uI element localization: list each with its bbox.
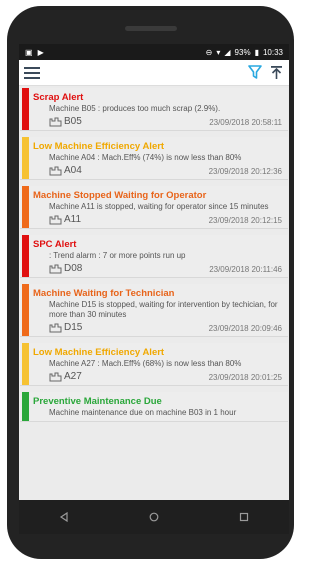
alert-card[interactable]: SPC Alert: Trend alarm : 7 or more point…: [20, 235, 288, 278]
alert-timestamp: 23/09/2018 20:09:46: [208, 324, 282, 333]
app-toolbar: [19, 60, 289, 86]
image-notification-icon: ▣: [25, 47, 33, 57]
alert-message: Machine maintenance due on machine B03 i…: [49, 408, 237, 417]
machine-code: B05: [64, 116, 82, 127]
alert-title: Scrap Alert: [33, 92, 84, 103]
machine-code: A04: [64, 165, 82, 176]
play-notification-icon: ▶: [37, 47, 44, 57]
wifi-icon: ▾: [216, 47, 221, 57]
minus-circle-icon: ⊖: [205, 47, 213, 57]
alert-title: SPC Alert: [33, 239, 77, 250]
machine-code: D15: [64, 322, 83, 333]
alert-timestamp: 23/09/2018 20:58:11: [209, 118, 282, 127]
alert-machine: D15: [49, 322, 82, 333]
signal-icon: ◢: [224, 47, 231, 57]
alert-footer: D08 23/09/2018 20:11:46: [33, 263, 282, 274]
alert-card[interactable]: Machine Stopped Waiting for Operator Mach…: [20, 186, 288, 229]
alert-message: Machine A04 : Mach.Eff% (74%) is now les…: [49, 153, 242, 162]
machine-code: A11: [64, 214, 82, 225]
alert-card[interactable]: Preventive Maintenance Due Machine mainte…: [20, 392, 288, 422]
alert-machine: A27: [49, 371, 82, 382]
phone-speaker: [125, 26, 177, 31]
machine-icon: [49, 323, 62, 333]
alert-severity-bar: [22, 284, 29, 336]
battery-percent: 93%: [234, 47, 251, 57]
android-nav-bar: [19, 500, 289, 534]
app-screen: ▣ ▶ ⊖ ▾ ◢ 93% ▮ 10:33 Scrap Alert Machin…: [19, 44, 289, 500]
home-nav-icon[interactable]: [149, 512, 159, 522]
alert-severity-bar: [22, 137, 29, 179]
machine-icon: [49, 372, 62, 382]
alert-severity-bar: [22, 392, 29, 421]
alert-title: Machine Waiting for Technician: [33, 288, 175, 299]
alert-message: Machine A27 : Mach.Eff% (68%) is now les…: [49, 359, 242, 368]
machine-icon: [49, 166, 62, 176]
alert-title: Preventive Maintenance Due: [33, 396, 162, 407]
alert-card[interactable]: Scrap Alert Machine B05 : produces too mu…: [20, 88, 288, 131]
alert-footer: A04 23/09/2018 20:12:36: [33, 165, 282, 176]
machine-icon: [49, 117, 62, 127]
alert-message: Machine B05 : produces too much scrap (2…: [49, 104, 221, 113]
alert-title: Machine Stopped Waiting for Operator: [33, 190, 207, 201]
alert-timestamp: 23/09/2018 20:12:15: [208, 216, 282, 225]
alert-machine: B05: [49, 116, 82, 127]
machine-icon: [49, 215, 62, 225]
alert-severity-bar: [22, 235, 29, 277]
alert-title: Low Machine Efficiency Alert: [33, 347, 165, 358]
alert-title: Low Machine Efficiency Alert: [33, 141, 165, 152]
alert-severity-bar: [22, 88, 29, 130]
alert-timestamp: 23/09/2018 20:11:46: [209, 265, 282, 274]
alert-severity-bar: [22, 343, 29, 385]
alert-card[interactable]: Machine Waiting for Technician Machine D1…: [20, 284, 288, 337]
alert-machine: A11: [49, 214, 81, 225]
alert-machine: D08: [49, 263, 82, 274]
filter-icon[interactable]: [248, 65, 262, 80]
machine-code: D08: [64, 263, 83, 274]
alert-footer: B05 23/09/2018 20:58:11: [33, 116, 282, 127]
clock: 10:33: [262, 47, 283, 57]
alert-message: : Trend alarm : 7 or more points run up: [49, 251, 186, 260]
alert-card[interactable]: Low Machine Efficiency Alert Machine A04 …: [20, 137, 288, 180]
alert-message: Machine D15 is stopped, waiting for inte…: [49, 300, 278, 319]
hamburger-menu-icon[interactable]: [24, 66, 40, 80]
alert-timestamp: 23/09/2018 20:12:36: [208, 167, 282, 176]
alert-machine: A04: [49, 165, 82, 176]
alert-footer: A11 23/09/2018 20:12:15: [33, 214, 282, 225]
recent-apps-nav-icon[interactable]: [239, 512, 249, 522]
alert-message: Machine A11 is stopped, waiting for oper…: [49, 202, 269, 211]
machine-icon: [49, 264, 62, 274]
alert-footer: D15 23/09/2018 20:09:46: [33, 322, 282, 333]
battery-icon: ▮: [254, 47, 259, 57]
alert-timestamp: 23/09/2018 20:01:25: [208, 373, 282, 382]
alert-card[interactable]: Low Machine Efficiency Alert Machine A27 …: [20, 343, 288, 386]
scroll-to-top-icon[interactable]: [270, 65, 283, 80]
alert-list: Scrap Alert Machine B05 : produces too mu…: [19, 86, 289, 422]
status-bar: ▣ ▶ ⊖ ▾ ◢ 93% ▮ 10:33: [19, 44, 289, 60]
alert-severity-bar: [22, 186, 29, 228]
machine-code: A27: [64, 371, 82, 382]
alert-footer: A27 23/09/2018 20:01:25: [33, 371, 282, 382]
back-nav-icon[interactable]: [59, 512, 69, 522]
